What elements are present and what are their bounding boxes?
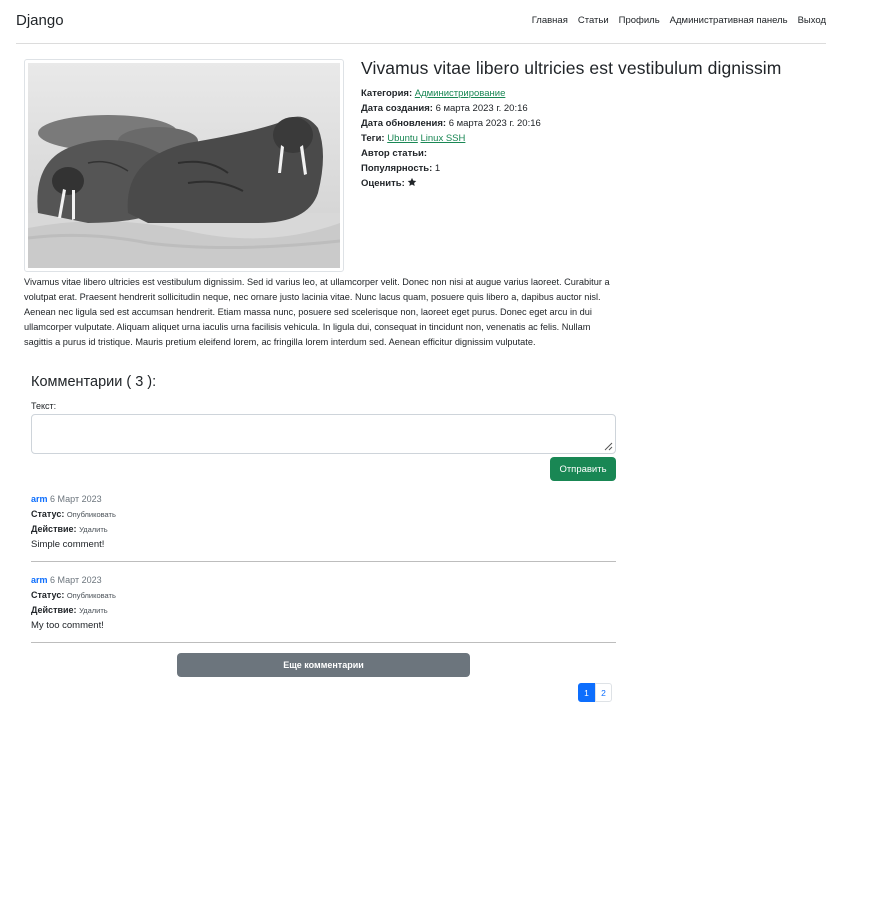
article-meta: Vivamus vitae libero ultricies est vesti… bbox=[361, 58, 831, 192]
star-icon[interactable] bbox=[407, 177, 417, 192]
pagination: 1 2 bbox=[578, 683, 612, 702]
popularity-row: Популярность: 1 bbox=[361, 161, 831, 176]
delete-link[interactable]: Удалить bbox=[79, 525, 108, 534]
submit-comment-button[interactable]: Отправить bbox=[550, 457, 616, 481]
more-comments-button[interactable]: Еще комментарии bbox=[177, 653, 470, 677]
nav-link-profile[interactable]: Профиль bbox=[619, 15, 660, 26]
comment-action-label: Действие: bbox=[31, 605, 77, 615]
comment-text: My too comment! bbox=[31, 620, 104, 631]
comment-item: arm 6 Март 2023 Статус: Опубликовать Дей… bbox=[31, 492, 616, 562]
updated-label: Дата обновления: bbox=[361, 118, 447, 129]
tags-label: Теги: bbox=[361, 133, 385, 144]
comment-date: 6 Март 2023 bbox=[50, 575, 102, 585]
page-link-2[interactable]: 2 bbox=[595, 683, 612, 702]
comment-status-label: Статус: bbox=[31, 590, 65, 600]
comments-section: Комментарии ( 3 ): Текст: Отправить arm … bbox=[31, 374, 616, 702]
article-image bbox=[24, 59, 344, 272]
comment-status-row: Статус: Опубликовать bbox=[31, 507, 616, 522]
tag-link-ubuntu[interactable]: Ubuntu bbox=[387, 133, 418, 144]
publish-link[interactable]: Опубликовать bbox=[67, 510, 116, 519]
updated-row: Дата обновления: 6 марта 2023 г. 20:16 bbox=[361, 116, 831, 131]
publish-link[interactable]: Опубликовать bbox=[67, 591, 116, 600]
comment-author[interactable]: arm bbox=[31, 575, 48, 585]
popularity-label: Популярность: bbox=[361, 163, 433, 174]
comment-item: arm 6 Март 2023 Статус: Опубликовать Дей… bbox=[31, 573, 616, 643]
created-value: 6 марта 2023 г. 20:16 bbox=[435, 103, 528, 114]
nav-link-articles[interactable]: Статьи bbox=[578, 15, 609, 26]
walrus-photo bbox=[28, 63, 340, 268]
category-label: Категория: bbox=[361, 88, 413, 99]
navbar: Django Главная Статьи Профиль Администра… bbox=[16, 0, 826, 44]
comment-header: arm 6 Март 2023 bbox=[31, 573, 616, 588]
comments-heading: Комментарии ( 3 ): bbox=[31, 374, 157, 390]
comment-status-label: Статус: bbox=[31, 509, 65, 519]
comment-author[interactable]: arm bbox=[31, 494, 48, 504]
tags-row: Теги: Ubuntu Linux SSH bbox=[361, 131, 831, 146]
author-label: Автор статьи: bbox=[361, 148, 428, 159]
tag-link-linux-ssh[interactable]: Linux SSH bbox=[421, 133, 466, 144]
author-row: Автор статьи: bbox=[361, 146, 831, 161]
rate-row: Оценить: bbox=[361, 176, 831, 192]
created-row: Дата создания: 6 марта 2023 г. 20:16 bbox=[361, 101, 831, 116]
nav-link-home[interactable]: Главная bbox=[532, 15, 568, 26]
comment-date: 6 Март 2023 bbox=[50, 494, 102, 504]
comment-status-row: Статус: Опубликовать bbox=[31, 588, 616, 603]
created-label: Дата создания: bbox=[361, 103, 433, 114]
category-row: Категория: Администрирование bbox=[361, 86, 831, 101]
comment-text-label: Текст: bbox=[31, 401, 57, 411]
comment-text: Simple comment! bbox=[31, 539, 105, 550]
comment-header: arm 6 Март 2023 bbox=[31, 492, 616, 507]
nav-link-logout[interactable]: Выход bbox=[798, 15, 826, 26]
comment-action-row: Действие: Удалить bbox=[31, 603, 616, 618]
updated-value: 6 марта 2023 г. 20:16 bbox=[448, 118, 541, 129]
article-title: Vivamus vitae libero ultricies est vesti… bbox=[361, 58, 782, 78]
comment-action-label: Действие: bbox=[31, 524, 77, 534]
nav-links: Главная Статьи Профиль Административная … bbox=[532, 15, 826, 26]
category-link[interactable]: Администрирование bbox=[415, 88, 506, 99]
delete-link[interactable]: Удалить bbox=[79, 606, 108, 615]
comment-action-row: Действие: Удалить bbox=[31, 522, 616, 537]
popularity-value: 1 bbox=[434, 163, 441, 174]
article-body: Vivamus vitae libero ultricies est vesti… bbox=[24, 277, 610, 347]
nav-link-admin[interactable]: Административная панель bbox=[670, 15, 788, 26]
resize-handle-icon[interactable] bbox=[604, 442, 613, 451]
page-link-1[interactable]: 1 bbox=[578, 683, 595, 702]
brand-logo[interactable]: Django bbox=[16, 12, 64, 29]
comment-textarea[interactable] bbox=[31, 414, 616, 454]
rate-label: Оценить: bbox=[361, 178, 405, 189]
